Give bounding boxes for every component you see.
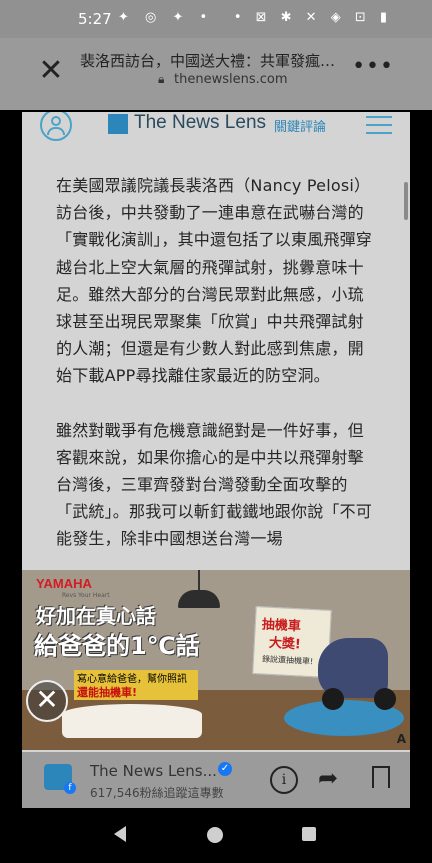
close-icon[interactable]: ✕	[36, 56, 66, 86]
article-paragraph: 雖然對戰爭有危機意識絕對是一件好事，但客觀來說，如果你擔心的是中共以飛彈射擊台灣…	[56, 420, 373, 549]
info-icon[interactable]: i	[270, 766, 298, 794]
site-header: The News Lens 關鍵評論	[22, 112, 410, 148]
close-ad-icon[interactable]: ✕	[26, 680, 68, 722]
ad-choices-icon[interactable]: A	[397, 732, 406, 746]
page-title: 裴洛西訪台，中國送大禮：共軍發瘋似的...	[80, 52, 350, 70]
notification-icons: ✦ ◎ ✦ •	[118, 10, 214, 25]
share-icon[interactable]: ➦	[318, 764, 338, 792]
recents-icon[interactable]	[302, 827, 316, 841]
page-attribution-bar: f The News Lens... ✓ 617,546粉絲追蹤這專數 i ➦	[22, 752, 410, 808]
verified-icon: ✓	[218, 762, 232, 776]
scooter-wheel	[374, 688, 396, 710]
account-icon[interactable]	[40, 112, 72, 141]
publisher-name[interactable]: The News Lens...	[90, 762, 217, 780]
ad-headline-main: 給爸爸的1℃話	[34, 632, 200, 660]
system-icons: • ⊠ ✱ ✕ ◈ ⊡ ▮	[233, 10, 392, 25]
scrollbar-thumb[interactable]	[404, 182, 408, 220]
lampshade-icon	[178, 590, 220, 608]
logo-icon[interactable]	[108, 114, 128, 134]
home-icon[interactable]	[207, 827, 223, 843]
site-logo-sub[interactable]: 關鍵評論	[274, 116, 326, 135]
ad-headline: 好加在真心話	[36, 604, 156, 628]
menu-icon[interactable]	[366, 112, 392, 134]
system-nav-bar	[0, 808, 432, 863]
ad-promo-highlight: 還能抽機車!	[74, 684, 141, 700]
scooter-wheel	[322, 688, 344, 710]
site-logo[interactable]: The News Lens	[134, 112, 266, 134]
status-time: 5:27	[78, 10, 112, 28]
back-icon[interactable]	[114, 826, 126, 842]
lamp-icon	[198, 570, 200, 592]
article-paragraph: 在美國眾議院議長裴洛西（Nancy Pelosi）訪台後，中共發動了一連串意在武…	[56, 176, 373, 386]
facebook-icon: f	[64, 782, 76, 794]
browser-toolbar: ✕ 裴洛西訪台，中國送大禮：共軍發瘋似的... 🔒︎ thenewslens.c…	[0, 38, 432, 110]
sign-text: 錄說還抽機車!	[261, 654, 314, 667]
book-image	[62, 704, 202, 738]
banner-ad[interactable]: YAMAHA Revs Your Heart 好加在真心話 給爸爸的1℃話 寫心…	[22, 570, 410, 750]
publisher-followers: 617,546粉絲追蹤這專數	[90, 786, 224, 800]
page-url: thenewslens.com	[174, 72, 288, 87]
sign-text: 大獎!	[268, 635, 302, 653]
ad-brand: YAMAHA	[36, 576, 92, 591]
sign-text: 抽機車	[261, 617, 302, 635]
lock-icon: 🔒︎	[158, 72, 165, 86]
more-options-icon[interactable]: •••	[352, 54, 394, 79]
ad-brand-tagline: Revs Your Heart	[62, 592, 110, 599]
bookmark-icon[interactable]	[372, 766, 390, 794]
article-body: 在美國眾議院議長裴洛西（Nancy Pelosi）訪台後，中共發動了一連串意在武…	[56, 172, 378, 580]
status-bar: 5:27 ✦ ◎ ✦ • • ⊠ ✱ ✕ ◈ ⊡ ▮	[0, 0, 432, 38]
